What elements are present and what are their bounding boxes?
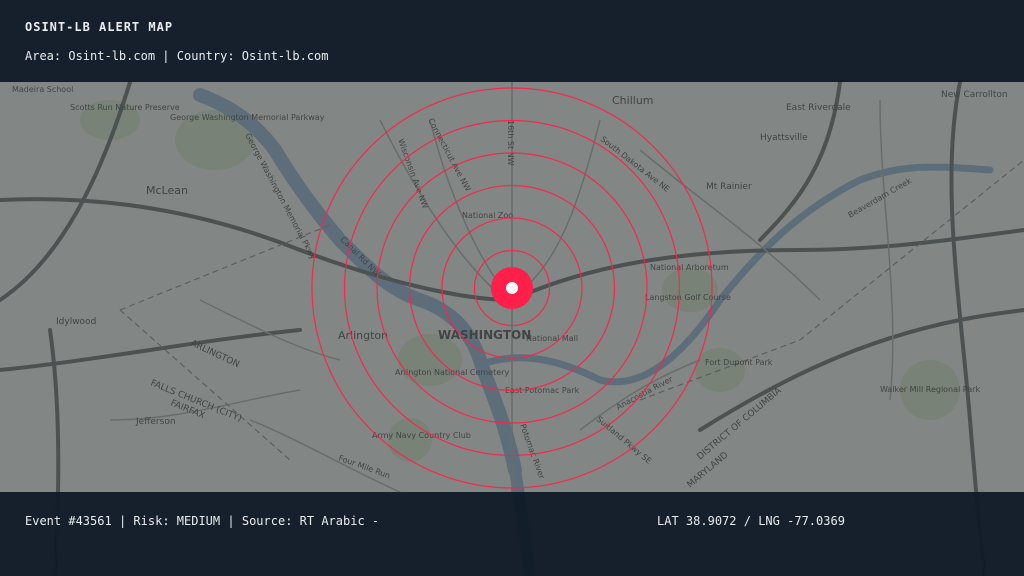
separator: | <box>118 514 127 528</box>
lng-value: -77.0369 <box>787 514 845 528</box>
header-bar: OSINT-LB ALERT MAP Area: Osint-lb.com | … <box>0 0 1024 82</box>
page-title: OSINT-LB ALERT MAP <box>25 20 174 34</box>
area-label: Area: <box>25 49 62 63</box>
risk-value: MEDIUM <box>176 514 221 528</box>
coord-separator: / <box>743 514 751 528</box>
map-canvas[interactable]: WASHINGTON Arlington McLean Chillum East… <box>0 0 1024 576</box>
footer-bar: Event #43561 | Risk: MEDIUM | Source: RT… <box>0 492 1024 576</box>
separator: | <box>162 49 170 63</box>
source-value: RT Arabic - <box>299 514 380 528</box>
area-value: Osint-lb.com <box>68 49 156 63</box>
country-value: Osint-lb.com <box>241 49 329 63</box>
source-label: Source: <box>241 514 293 528</box>
country-label: Country: <box>176 49 235 63</box>
lat-value: 38.9072 <box>685 514 737 528</box>
alert-marker-center <box>506 282 518 294</box>
risk-label: Risk: <box>133 514 170 528</box>
event-info: Event #43561 | Risk: MEDIUM | Source: RT… <box>25 514 379 528</box>
lat-label: LAT <box>657 514 679 528</box>
coordinates-readout: LAT 38.9072 / LNG -77.0369 <box>657 514 845 528</box>
area-country-line: Area: Osint-lb.com | Country: Osint-lb.c… <box>25 49 329 63</box>
lng-label: LNG <box>758 514 780 528</box>
event-label: Event <box>25 514 62 528</box>
separator: | <box>227 514 235 528</box>
event-id: #43561 <box>68 514 112 528</box>
